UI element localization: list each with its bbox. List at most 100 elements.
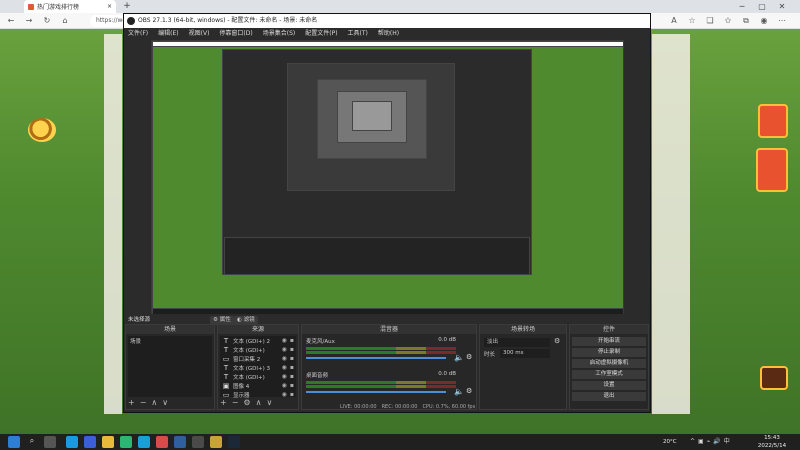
volume-fader[interactable] <box>306 357 446 359</box>
mixer-channel: 桌面音频 0.0 dB 🔈 ⚙ <box>306 371 474 401</box>
more-icon[interactable]: ⋯ <box>776 15 788 27</box>
stop-recording-button[interactable]: 停止录制 <box>572 348 646 357</box>
channel-settings-icon[interactable]: ⚙ <box>466 387 472 395</box>
add-scene-icon[interactable]: + <box>128 398 135 408</box>
clock-time: 15:43 <box>764 435 780 441</box>
collections-icon[interactable]: ❏ <box>704 15 716 27</box>
menu-tools[interactable]: 工具(T) <box>348 28 368 40</box>
source-item[interactable]: T 文本 (GDI+) ◉ ▪ <box>220 345 296 354</box>
lock-icon[interactable]: ▪ <box>290 391 294 398</box>
taskbar-app-icon[interactable] <box>156 436 168 448</box>
maximize-icon[interactable]: ▢ <box>754 0 770 13</box>
start-virtual-camera-button[interactable]: 启动虚拟摄像机 <box>572 359 646 368</box>
volume-meter <box>306 381 456 384</box>
remove-scene-icon[interactable]: − <box>140 398 147 408</box>
duration-input[interactable]: 300 ms <box>500 349 550 358</box>
taskbar-app-icon[interactable] <box>210 436 222 448</box>
move-down-icon[interactable]: ∨ <box>162 398 168 408</box>
lock-icon[interactable]: ▪ <box>290 373 294 380</box>
channel-name: 麦克风/Aux <box>306 339 335 345</box>
web-content-column-left <box>104 34 122 414</box>
taskbar-clock[interactable]: 15:43 2022/5/14 <box>752 434 792 450</box>
visibility-eye-icon[interactable]: ◉ <box>282 355 287 362</box>
lock-icon[interactable]: ▪ <box>290 355 294 362</box>
move-up-icon[interactable]: ∧ <box>256 398 262 408</box>
close-window-icon[interactable]: ✕ <box>774 0 790 13</box>
system-tray-icons[interactable]: ^▣⌁🔊中 <box>690 436 745 448</box>
visibility-eye-icon[interactable]: ◉ <box>282 373 287 380</box>
extensions-icon[interactable]: ⧉ <box>740 15 752 27</box>
source-item[interactable]: ▣ 图像 4 ◉ ▪ <box>220 381 296 390</box>
taskbar-app-icon[interactable] <box>174 436 186 448</box>
studio-mode-button[interactable]: 工作室模式 <box>572 370 646 379</box>
file-explorer-icon[interactable] <box>102 436 114 448</box>
start-icon[interactable] <box>8 436 20 448</box>
menu-profile[interactable]: 配置文件(P) <box>305 28 337 40</box>
menu-scene-collection[interactable]: 场景集合(S) <box>263 28 296 40</box>
menu-edit[interactable]: 编辑(E) <box>158 28 178 40</box>
exit-button[interactable]: 退出 <box>572 392 646 401</box>
minimize-icon[interactable]: ─ <box>734 0 750 13</box>
visibility-eye-icon[interactable]: ◉ <box>282 337 287 344</box>
source-item[interactable]: T 文本 (GDI+) 3 ◉ ▪ <box>220 363 296 372</box>
search-icon[interactable]: ⌕ <box>26 436 38 448</box>
move-up-icon[interactable]: ∧ <box>151 398 157 408</box>
wechat-icon[interactable] <box>120 436 132 448</box>
new-tab-button[interactable]: + <box>122 1 132 12</box>
channel-settings-icon[interactable]: ⚙ <box>466 353 472 361</box>
volume-meter <box>306 351 456 354</box>
weather-temperature[interactable]: 20°C <box>663 434 677 450</box>
speaker-icon[interactable]: 🔈 <box>454 353 464 362</box>
game-badge-image[interactable] <box>760 366 788 390</box>
browser-tab[interactable]: 热门游戏排行榜 × <box>24 0 116 13</box>
scenes-list: 场景 <box>128 336 212 397</box>
source-item[interactable]: ▭ 窗口采集 2 ◉ ▪ <box>220 354 296 363</box>
back-icon[interactable]: ← <box>6 15 16 27</box>
obs-preview[interactable] <box>151 40 624 321</box>
add-source-icon[interactable]: + <box>220 398 227 408</box>
profile-icon[interactable]: ◉ <box>758 15 770 27</box>
remove-source-icon[interactable]: − <box>232 398 239 408</box>
qq-icon[interactable] <box>138 436 150 448</box>
close-tab-icon[interactable]: × <box>107 3 112 10</box>
lock-icon[interactable]: ▪ <box>290 337 294 344</box>
volume-fader[interactable] <box>306 391 446 393</box>
obs-statusbar: LIVE: 00:00:00 REC: 00:00:00 CPU: 0.7%, … <box>340 402 475 412</box>
visibility-eye-icon[interactable]: ◉ <box>282 346 287 353</box>
edge-icon[interactable] <box>66 436 78 448</box>
steam-icon[interactable] <box>228 436 240 448</box>
start-streaming-button[interactable]: 开始串流 <box>572 337 646 346</box>
source-item[interactable]: T 文本 (GDI+) ◉ ▪ <box>220 372 296 381</box>
lock-icon[interactable]: ▪ <box>290 364 294 371</box>
menu-docks[interactable]: 停靠窗口(D) <box>219 28 252 40</box>
reload-icon[interactable]: ↻ <box>42 15 52 27</box>
scene-item[interactable]: 场景 <box>128 336 212 345</box>
menu-help[interactable]: 帮助(H) <box>378 28 399 40</box>
favorites-icon[interactable]: ☆ <box>686 15 698 27</box>
task-view-icon[interactable] <box>44 436 56 448</box>
lock-icon[interactable]: ▪ <box>290 382 294 389</box>
menu-view[interactable]: 视图(V) <box>189 28 210 40</box>
promo-card-image[interactable] <box>756 148 788 192</box>
promo-badge-image[interactable] <box>758 104 788 138</box>
menu-file[interactable]: 文件(F) <box>128 28 148 40</box>
source-settings-icon[interactable]: ⚙ <box>243 398 250 408</box>
taskbar-app-icon[interactable] <box>84 436 96 448</box>
home-icon[interactable]: ⌂ <box>60 15 70 27</box>
lock-icon[interactable]: ▪ <box>290 346 294 353</box>
favorites-bar-icon[interactable]: ✩ <box>722 15 734 27</box>
transition-select[interactable]: 淡出 <box>484 338 550 347</box>
visibility-eye-icon[interactable]: ◉ <box>282 382 287 389</box>
move-down-icon[interactable]: ∨ <box>266 398 272 408</box>
visibility-eye-icon[interactable]: ◉ <box>282 391 287 398</box>
speaker-icon[interactable]: 🔈 <box>454 387 464 396</box>
obs-taskbar-icon[interactable] <box>192 436 204 448</box>
transition-settings-icon[interactable]: ⚙ <box>554 337 560 345</box>
forward-icon[interactable]: → <box>24 15 34 27</box>
visibility-eye-icon[interactable]: ◉ <box>282 364 287 371</box>
address-bar[interactable]: https://we <box>90 15 126 27</box>
source-item[interactable]: T 文本 (GDI+) 2 ◉ ▪ <box>220 336 296 345</box>
settings-button[interactable]: 设置 <box>572 381 646 390</box>
controls-dock: 控件 开始串流 停止录制 启动虚拟摄像机 工作室模式 设置 退出 <box>569 324 649 410</box>
read-aloud-icon[interactable]: A <box>668 15 680 27</box>
